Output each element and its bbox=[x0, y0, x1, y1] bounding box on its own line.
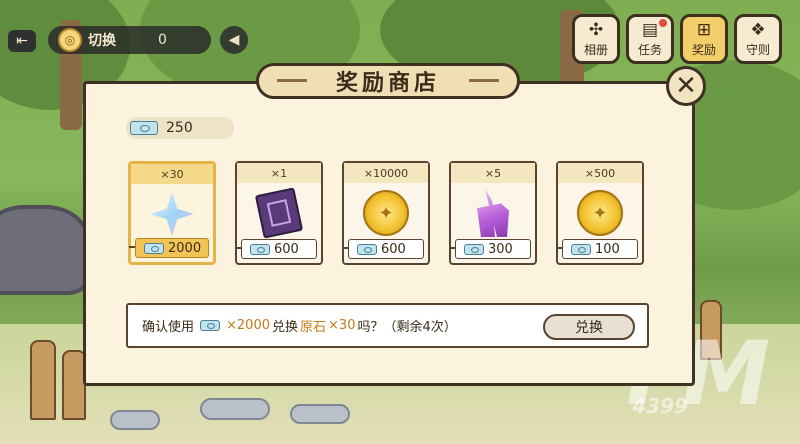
reward-item-book[interactable]: ×1 600 bbox=[235, 161, 323, 265]
item-price: 600 bbox=[274, 241, 299, 257]
item-art: ✦ bbox=[344, 187, 428, 239]
confirm-prefix: 确认使用 bbox=[142, 320, 195, 335]
item-quantity: ×10000 bbox=[344, 163, 428, 183]
watermark-sub-text: 4399 bbox=[632, 394, 688, 418]
item-quantity: ×1 bbox=[237, 163, 321, 183]
item-quantity: ×5 bbox=[451, 163, 535, 183]
item-price-tag: 2000 bbox=[129, 238, 209, 258]
crystal-icon bbox=[473, 189, 513, 237]
item-price: 600 bbox=[381, 241, 406, 257]
stepping-stone bbox=[290, 404, 350, 424]
ticket-icon bbox=[571, 243, 591, 255]
tab-album[interactable]: ✣ 相册 bbox=[572, 14, 620, 64]
switch-count: 0 bbox=[158, 32, 167, 48]
tab-album-label: 相册 bbox=[583, 43, 608, 57]
title-rule-right bbox=[469, 79, 499, 82]
item-quantity: ×30 bbox=[131, 164, 213, 184]
ticket-icon bbox=[250, 243, 270, 255]
item-art: ✦ bbox=[558, 187, 642, 239]
reward-item-list: ×30 2000 ×1 600 ×10000 ✦ 600 ×5 300 ×500… bbox=[128, 161, 653, 271]
tab-rules[interactable]: ❖ 守则 bbox=[734, 14, 782, 64]
ticket-icon bbox=[464, 243, 484, 255]
ticket-icon bbox=[200, 320, 221, 331]
switch-coin-icon: ◎ bbox=[58, 28, 82, 52]
reward-item-coins-small[interactable]: ×500 ✦ 100 bbox=[556, 161, 644, 265]
sound-button[interactable]: ◀ bbox=[220, 26, 248, 54]
confirm-amount: ×2000 bbox=[226, 318, 270, 333]
dialog-title-banner: 奖励商店 bbox=[256, 63, 520, 99]
title-rule-left bbox=[277, 79, 307, 82]
close-icon: ✕ bbox=[675, 71, 697, 101]
close-button[interactable]: ✕ bbox=[666, 66, 706, 106]
dialog-title: 奖励商店 bbox=[335, 71, 440, 96]
notification-dot bbox=[659, 19, 667, 27]
wooden-post bbox=[30, 340, 56, 420]
item-art bbox=[131, 188, 213, 240]
item-price-tag: 600 bbox=[235, 239, 317, 259]
stepping-stone bbox=[200, 398, 270, 420]
item-price-tag: 600 bbox=[342, 239, 424, 259]
tab-rules-label: 守则 bbox=[745, 43, 770, 57]
item-price-tag: 300 bbox=[449, 239, 531, 259]
confirm-suffix: 吗？（剩余4次） bbox=[357, 320, 457, 335]
switch-pill[interactable]: ◎ 切换 0 bbox=[48, 26, 211, 54]
exchange-button[interactable]: 兑换 bbox=[543, 314, 635, 340]
coin-icon: ✦ bbox=[577, 190, 623, 236]
rules-icon: ❖ bbox=[750, 20, 766, 40]
confirm-panel: 确认使用 ×2000 兑换 原石 ×30 吗？（剩余4次） 兑换 bbox=[126, 303, 649, 348]
book-icon bbox=[254, 187, 304, 239]
speaker-icon: ◀ bbox=[228, 32, 240, 48]
item-price-tag: 100 bbox=[556, 239, 638, 259]
tab-rewards-label: 奖励 bbox=[691, 43, 716, 57]
item-price: 2000 bbox=[168, 240, 202, 256]
confirm-item-name: 原石 bbox=[300, 320, 327, 335]
ticket-icon bbox=[144, 242, 164, 254]
reward-item-coins[interactable]: ×10000 ✦ 600 bbox=[342, 161, 430, 265]
item-art bbox=[237, 187, 321, 239]
ticket-balance: 250 bbox=[126, 117, 234, 139]
item-price: 100 bbox=[595, 241, 620, 257]
reward-item-crystal[interactable]: ×5 300 bbox=[449, 161, 537, 265]
puzzle-icon: ✣ bbox=[588, 20, 604, 40]
ticket-icon bbox=[357, 243, 377, 255]
gift-icon: ⊞ bbox=[696, 20, 712, 40]
ticket-icon bbox=[130, 121, 158, 135]
switch-label: 切换 bbox=[88, 33, 116, 49]
back-button[interactable]: ⇤ bbox=[8, 30, 36, 52]
star-gem-icon bbox=[150, 192, 194, 236]
book-icon: ▤ bbox=[641, 20, 659, 40]
back-arrow-icon: ⇤ bbox=[16, 33, 28, 49]
tab-rewards[interactable]: ⊞ 奖励 bbox=[680, 14, 728, 64]
exchange-button-label: 兑换 bbox=[575, 320, 603, 336]
item-art bbox=[451, 187, 535, 239]
stepping-stone bbox=[110, 410, 160, 430]
confirm-item-qty: ×30 bbox=[328, 318, 356, 333]
coin-icon: ✦ bbox=[363, 190, 409, 236]
tab-tasks[interactable]: ▤ 任务 bbox=[626, 14, 674, 64]
item-quantity: ×500 bbox=[558, 163, 642, 183]
reward-item-primogem[interactable]: ×30 2000 bbox=[128, 161, 216, 265]
right-tab-bar: ✣ 相册 ▤ 任务 ⊞ 奖励 ❖ 守则 bbox=[572, 14, 782, 64]
item-price: 300 bbox=[488, 241, 513, 257]
confirm-mid: 兑换 bbox=[272, 320, 299, 335]
ticket-balance-value: 250 bbox=[166, 120, 193, 136]
tab-tasks-label: 任务 bbox=[637, 43, 662, 57]
stone-well bbox=[0, 205, 90, 295]
